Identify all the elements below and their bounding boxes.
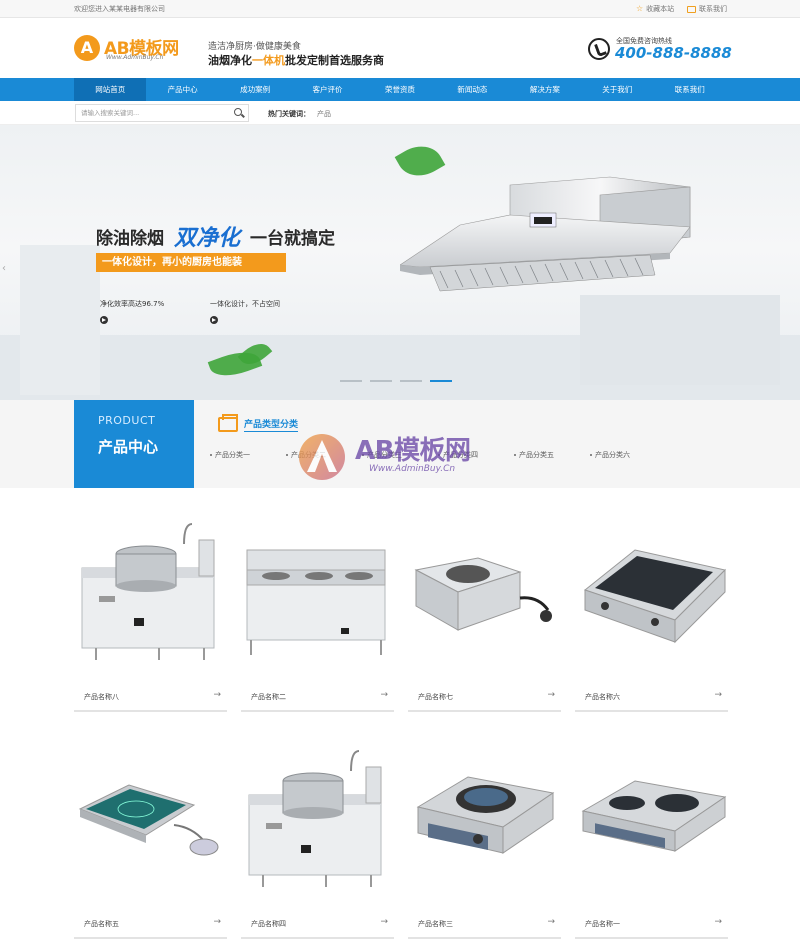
soup-boiler-image [81,523,215,660]
hero-banner: 除油除烟 双净化 一台就搞定 一体化设计，再小的厨房也能装 净化效率高达96.7… [0,125,800,400]
card-divider [575,710,728,712]
arrow-right-icon[interactable]: → [547,690,555,700]
slider-dot[interactable] [340,380,362,382]
star-icon: ☆ [636,4,644,13]
induction-cooker-image [581,780,727,852]
slider-dot[interactable] [370,380,392,382]
watermark-logo: AB模板网 Www.AdminBuy.Cn [297,428,527,498]
contact-label: 联系我们 [699,5,727,13]
search-input[interactable]: 请输入搜索关键词... [75,104,249,122]
product-center-title: 产品中心 [98,438,159,456]
slider-dots [340,380,452,382]
product-name[interactable]: 产品名称七 [418,692,453,702]
wok-range-image [246,549,386,655]
watermark-text: AB模板网 [355,436,471,466]
nav-contact[interactable]: 联系我们 [654,78,726,101]
arrow-right-icon[interactable]: → [213,917,221,927]
nav-about[interactable]: 关于我们 [581,78,653,101]
logo-badge: A [74,35,100,61]
slogan-part-b: 批发定制首选服务商 [285,54,384,67]
slider-dot-active[interactable] [430,380,452,382]
product-center-en: PRODUCT [98,414,156,427]
arrow-right-icon[interactable]: → [714,690,722,700]
product-name[interactable]: 产品名称五 [84,919,119,929]
product-name[interactable]: 产品名称一 [585,919,620,929]
induction-plate-image [78,784,219,856]
site-header: A AB模板网 Www.AdminBuy.Cn 造洁净厨房·做健康美食 油烟净化… [0,18,800,78]
nav-honors[interactable]: 荣誉资质 [364,78,436,101]
slogan-highlight: 一体机 [252,54,285,67]
category-item[interactable]: 产品分类六 [586,450,662,460]
category-heading: 产品类型分类 [218,414,299,432]
slogan-part-a: 油烟净化 [208,54,252,67]
product-name[interactable]: 产品名称八 [84,692,119,702]
prev-slide-icon[interactable]: ‹ [2,263,8,274]
search-icon[interactable] [234,108,242,116]
banner-tagline: 一体化设计，再小的厨房也能装 [96,253,286,272]
product-card[interactable]: 产品名称六 → [575,510,728,712]
card-divider [241,710,394,712]
banner-headline-a: 除油除烟 [96,228,164,249]
product-center-box: PRODUCT 产品中心 [74,400,194,488]
phone-icon [588,38,610,60]
watermark-url: Www.AdminBuy.Cn [369,464,456,474]
banner-feature-2: 一体化设计，不占空间 [210,300,280,308]
arrow-right-icon[interactable] [210,316,218,324]
arrow-right-icon[interactable]: → [380,917,388,927]
soup-boiler-image [248,750,382,887]
nav-solutions[interactable]: 解决方案 [509,78,581,101]
bookmark-link[interactable]: ☆ 收藏本站 [636,4,674,14]
category-title: 产品类型分类 [244,417,299,432]
card-divider [408,710,561,712]
main-nav: 网站首页 产品中心 成功案例 客户评价 荣誉资质 新闻动态 解决方案 关于我们 … [0,78,800,101]
nav-products[interactable]: 产品中心 [146,78,218,101]
product-name[interactable]: 产品名称四 [251,919,286,929]
top-bar: 欢迎您进入某某电器有限公司 ☆ 收藏本站 联系我们 [0,0,800,18]
hot-keyword-link[interactable]: 产品 [317,109,331,119]
nav-cases[interactable]: 成功案例 [219,78,291,101]
product-card[interactable]: 产品名称五 → [74,737,227,939]
banner-headline-script: 双净化 [174,226,241,251]
arrow-right-icon[interactable] [100,316,108,324]
logo-url: Www.AdminBuy.Cn [106,54,164,61]
slogan-top: 造洁净厨房·做健康美食 [208,42,301,52]
arrow-right-icon[interactable]: → [714,917,722,927]
induction-wok-image [414,557,552,631]
banner-feature-1: 净化效率高达96.7% [100,300,165,308]
search-bar: 请输入搜索关键词... 热门关键词： 产品 [0,101,800,125]
nav-news[interactable]: 新闻动态 [436,78,508,101]
product-card[interactable]: 产品名称二 → [241,510,394,712]
induction-cooker-image [583,549,726,644]
card-divider [74,710,227,712]
hot-keywords-label: 热门关键词： [268,110,310,118]
product-card[interactable]: 产品名称四 → [241,737,394,939]
nav-home[interactable]: 网站首页 [74,78,147,101]
product-name[interactable]: 产品名称三 [418,919,453,929]
product-card[interactable]: 产品名称七 → [408,510,561,712]
site-logo[interactable]: A AB模板网 Www.AdminBuy.Cn [74,33,182,65]
nav-reviews[interactable]: 客户评价 [291,78,363,101]
category-item[interactable]: 产品分类一 [206,450,282,460]
product-name[interactable]: 产品名称六 [585,692,620,702]
slogan-main: 油烟净化 一体机 批发定制首选服务商 [208,52,384,68]
range-hood-image [400,176,691,292]
product-card[interactable]: 产品名称八 → [74,510,227,712]
bookmark-label: 收藏本站 [646,5,675,13]
arrow-right-icon[interactable]: → [213,690,221,700]
welcome-text: 欢迎您进入某某电器有限公司 [74,5,165,13]
folder-icon [218,414,238,432]
arrow-right-icon[interactable]: → [547,917,555,927]
banner-headline-b: 一台就搞定 [250,228,336,249]
watermark-a-icon [299,434,345,480]
mail-icon [687,5,696,13]
arrow-right-icon[interactable]: → [380,690,388,700]
induction-wok-image [416,776,555,854]
contact-link[interactable]: 联系我们 [687,4,727,14]
banner-headline: 除油除烟 双净化 一台就搞定 [96,220,335,252]
slider-dot[interactable] [400,380,422,382]
product-name[interactable]: 产品名称二 [251,692,286,702]
product-card[interactable]: 产品名称一 → [575,737,728,939]
product-card[interactable]: 产品名称三 → [408,737,561,939]
hotline-number: 400-888-8888 [615,44,732,62]
